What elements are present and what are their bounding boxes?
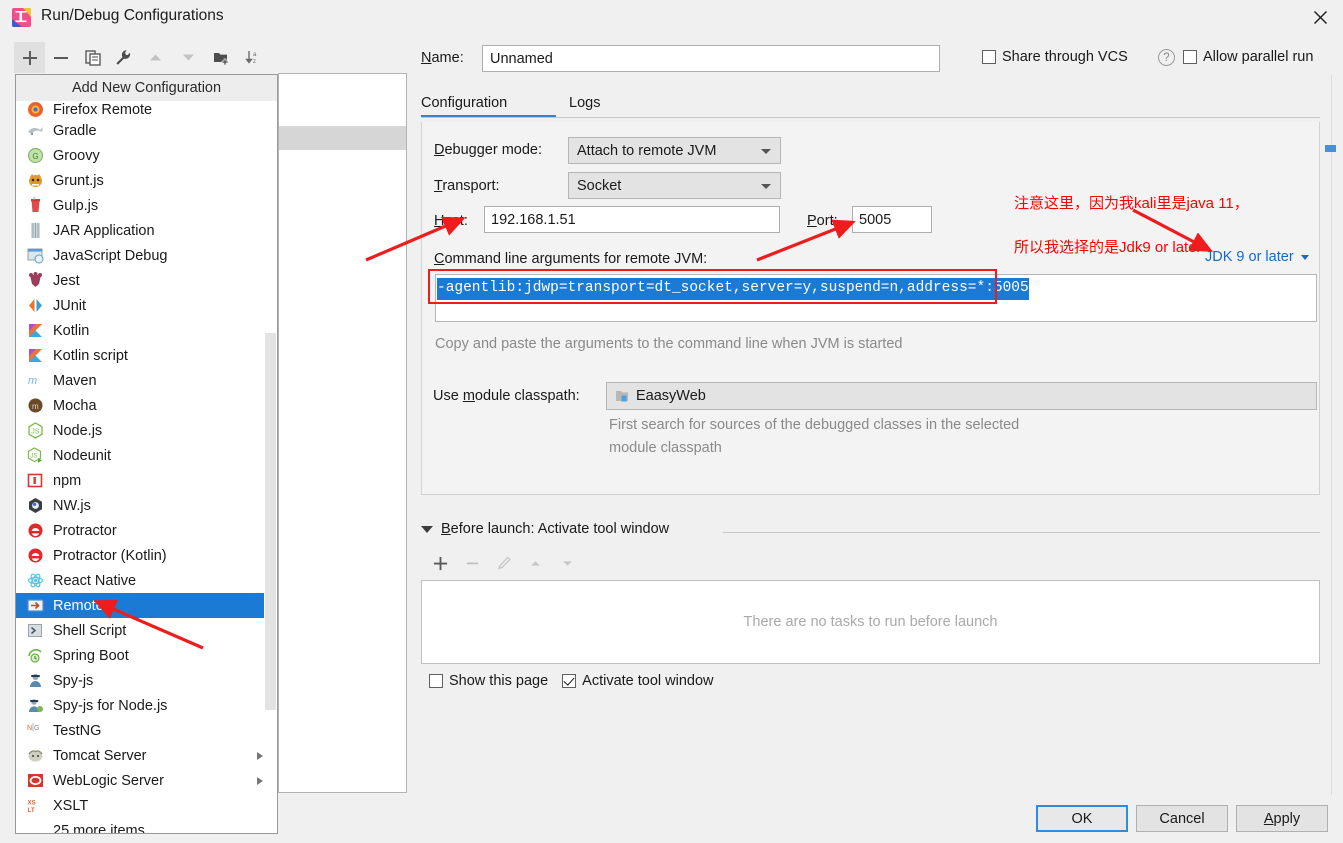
- run-debug-configurations-dialog: Run/Debug Configurations a z Add New Con…: [0, 0, 1343, 843]
- annotation-arrows: [93, 208, 1214, 650]
